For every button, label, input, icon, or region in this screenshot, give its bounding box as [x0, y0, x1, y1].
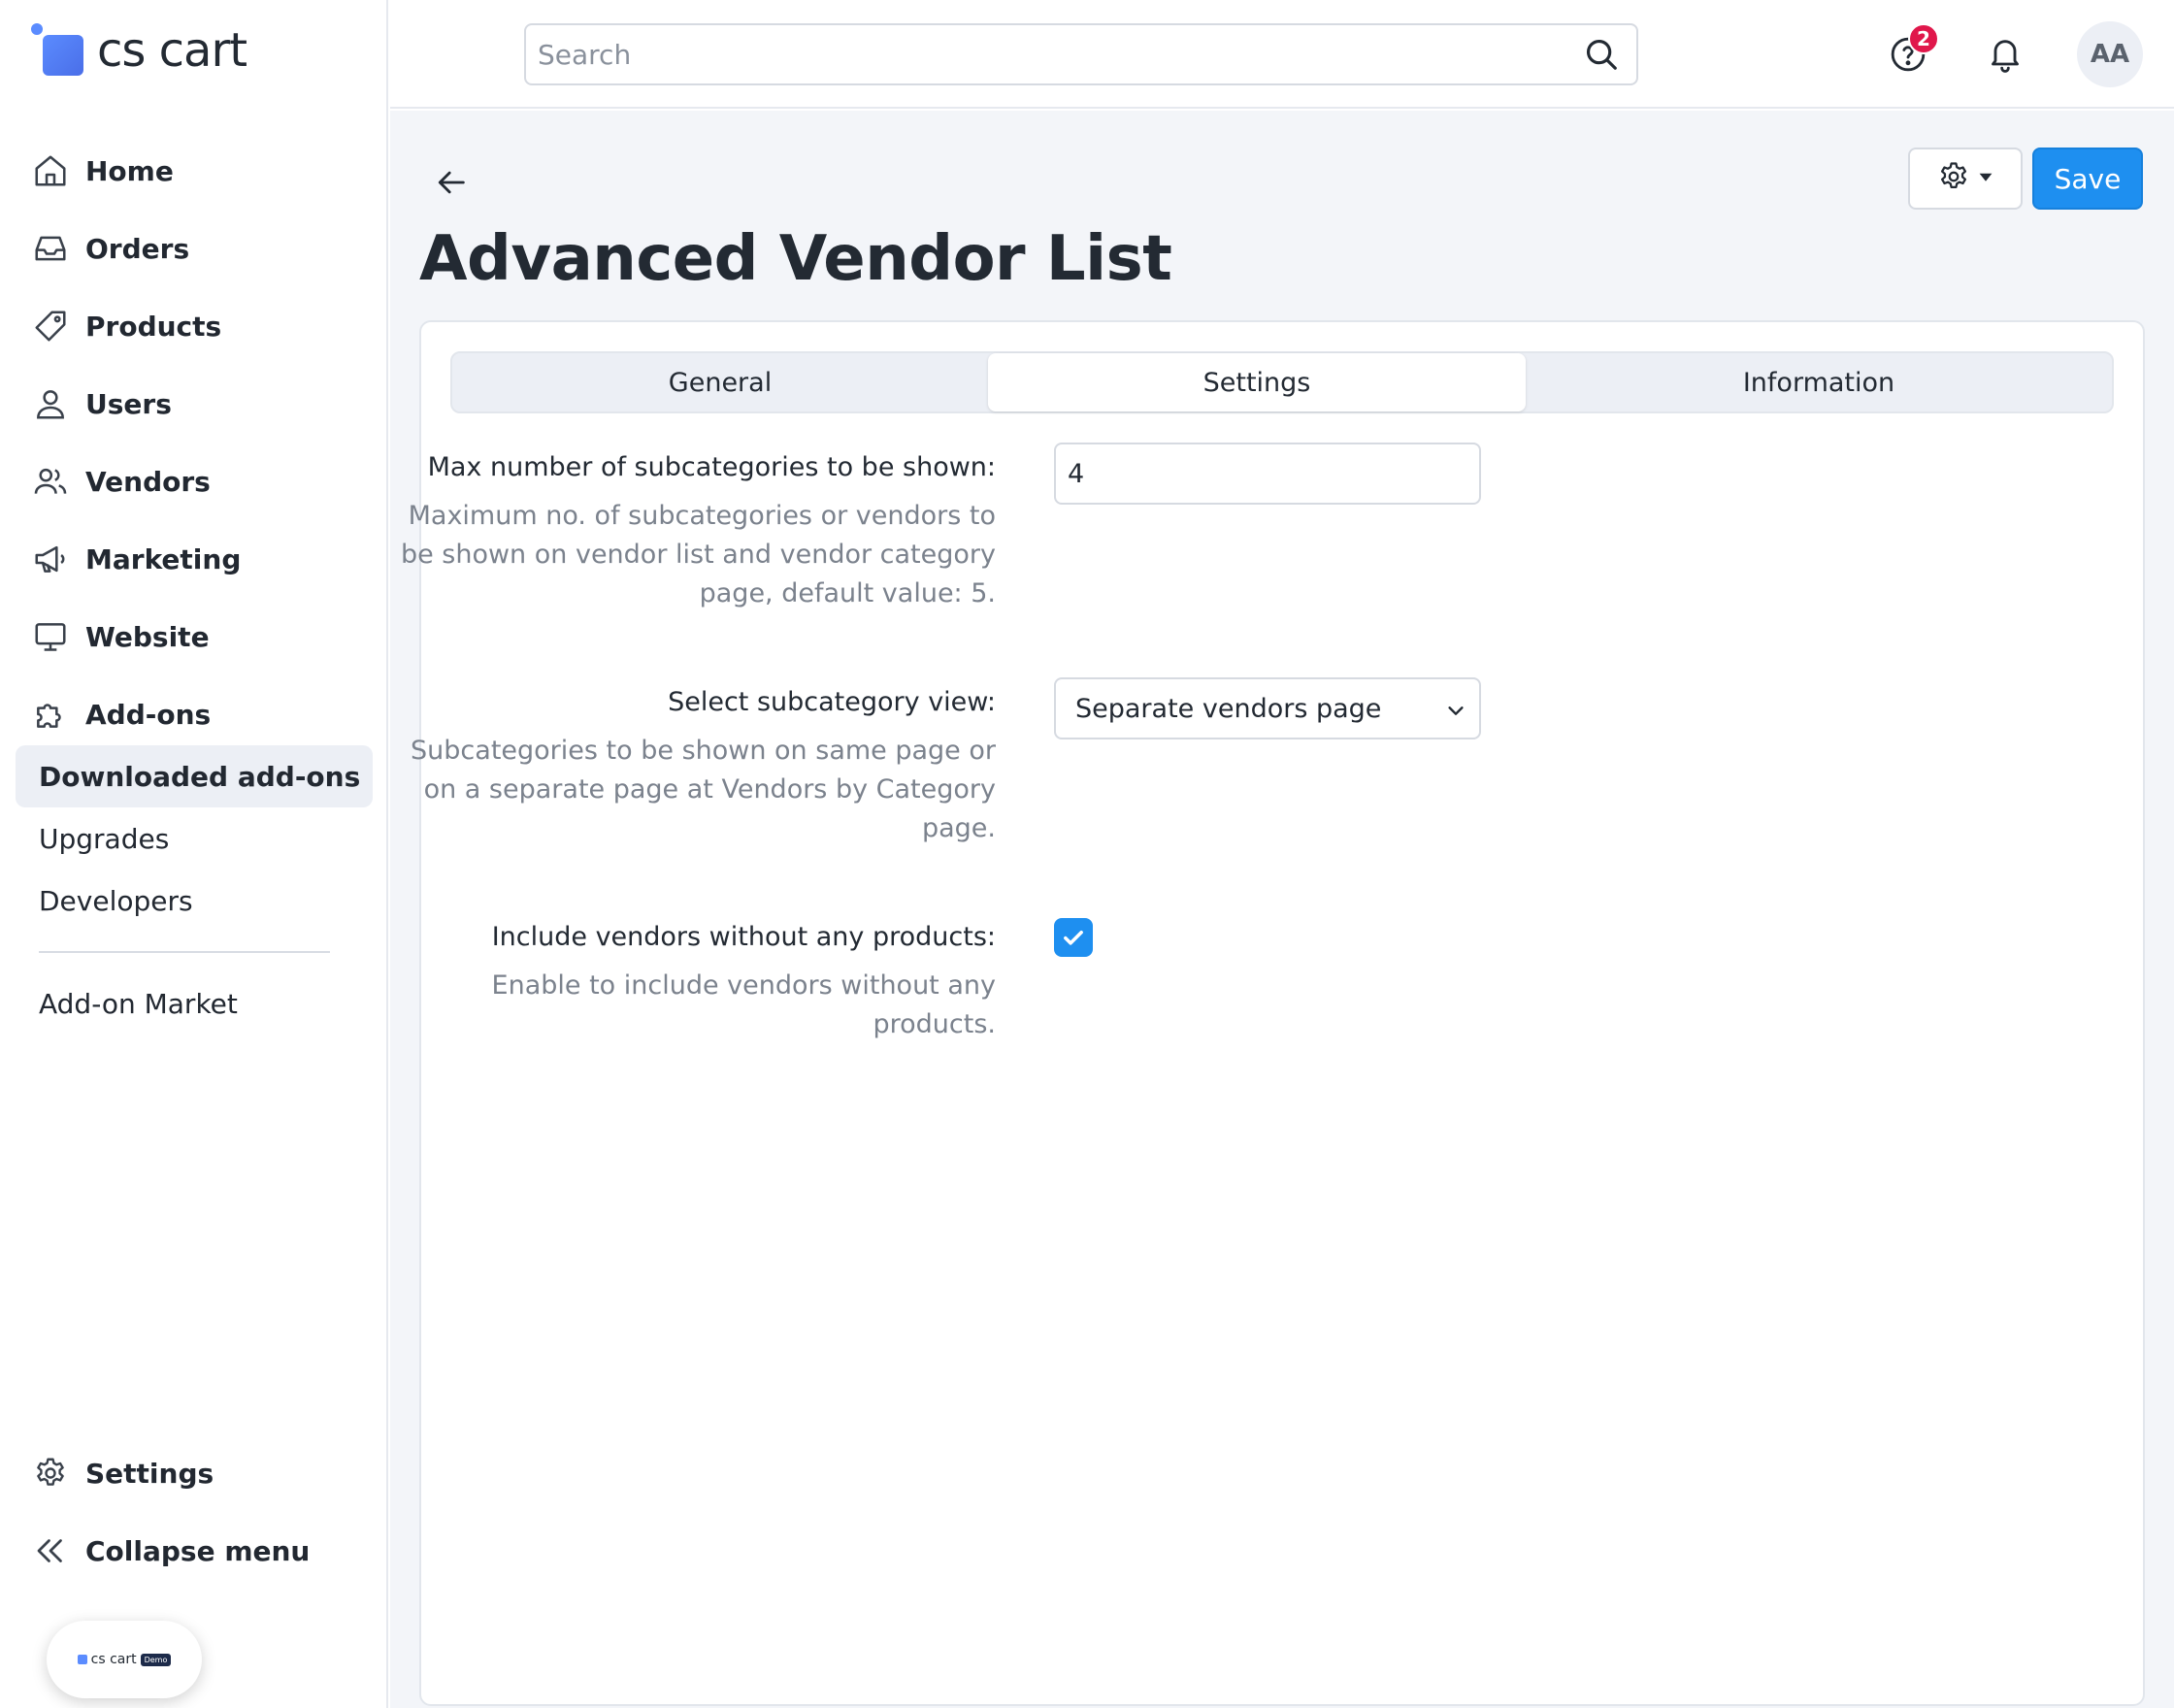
tab-bar: General Settings Information	[450, 351, 2114, 413]
field-help-text: Enable to include vendors without any pr…	[491, 970, 996, 1039]
chevrons-left-icon	[31, 1531, 70, 1570]
sidebar-item-label: Products	[85, 310, 222, 343]
tag-icon	[31, 307, 70, 345]
sidebar-item-settings[interactable]: Settings	[0, 1434, 388, 1512]
save-button[interactable]: Save	[2032, 148, 2143, 210]
sidebar-item-label: Add-ons	[85, 698, 212, 731]
sidebar-item-label: Marketing	[85, 542, 242, 575]
subcategory-view-select[interactable]: Separate vendors page	[1054, 677, 1481, 739]
logo-text: cs cart	[97, 23, 247, 78]
sidebar-item-home[interactable]: Home	[0, 132, 388, 210]
subnav-item-downloaded-add-ons[interactable]: Downloaded add-ons	[16, 745, 373, 807]
main-content: Save Advanced Vendor List General Settin…	[390, 111, 2174, 1708]
subnav-item-add-on-market[interactable]: Add-on Market	[16, 972, 373, 1035]
megaphone-icon	[31, 540, 70, 578]
field-label: Max number of subcategories to be shown:	[427, 452, 996, 482]
sidebar-item-label: Website	[85, 620, 210, 653]
back-arrow-icon[interactable]	[429, 159, 476, 206]
sidebar-item-label: Users	[85, 387, 172, 420]
sidebar-item-marketing[interactable]: Marketing	[0, 520, 388, 598]
logo[interactable]: cs cart	[31, 21, 247, 80]
gear-icon	[1937, 160, 1970, 197]
sidebar-item-label: Home	[85, 154, 174, 187]
sidebar-item-label: Orders	[85, 232, 190, 265]
monitor-icon	[31, 617, 70, 656]
demo-logo-icon	[77, 1655, 87, 1664]
sidebar-item-label: Settings	[85, 1457, 214, 1490]
sidebar-item-vendors[interactable]: Vendors	[0, 443, 388, 520]
tab-general[interactable]: General	[452, 353, 988, 411]
field-label: Select subcategory view:	[668, 687, 996, 717]
max-subcategories-input[interactable]	[1054, 443, 1481, 505]
inbox-icon	[31, 229, 70, 268]
sidebar-item-users[interactable]: Users	[0, 365, 388, 443]
demo-badge-tag: Demo	[140, 1653, 172, 1666]
sidebar-item-website[interactable]: Website	[0, 598, 388, 675]
logo-mark-icon	[31, 23, 85, 78]
demo-badge-text: cs cart	[90, 1652, 137, 1667]
field-control	[1054, 443, 1481, 505]
field-control	[1054, 918, 1093, 957]
sidebar-item-orders[interactable]: Orders	[0, 210, 388, 287]
field-label-group: Include vendors without any products: En…	[394, 918, 996, 1044]
search-bar	[524, 23, 1638, 85]
main-nav: Home Orders Products Users Vendors Marke…	[0, 132, 388, 753]
demo-badge[interactable]: cs cart Demo	[47, 1621, 202, 1698]
gear-icon	[31, 1454, 70, 1493]
field-control: Separate vendors page	[1054, 677, 1481, 739]
sidebar-item-label: Collapse menu	[85, 1534, 311, 1567]
addon-settings-card: General Settings Information Max number …	[401, 320, 2145, 1706]
sidebar-bottom: Settings Collapse menu	[0, 1434, 388, 1590]
chevron-down-icon	[1440, 695, 1471, 726]
field-label: Include vendors without any products:	[491, 922, 996, 952]
sidebar-item-products[interactable]: Products	[0, 287, 388, 365]
top-header: 2 AA	[390, 0, 2174, 109]
users-icon	[31, 462, 70, 501]
subnav-divider	[39, 951, 330, 953]
settings-dropdown-button[interactable]	[1908, 148, 2023, 210]
puzzle-icon	[31, 695, 70, 734]
sidebar-item-collapse-menu[interactable]: Collapse menu	[0, 1512, 388, 1590]
field-help-text: Maximum no. of subcategories or vendors …	[400, 501, 996, 608]
search-input[interactable]	[526, 25, 1566, 83]
sidebar: cs cart Home Orders Products Users Vendo…	[0, 0, 388, 1708]
tab-settings[interactable]: Settings	[988, 353, 1526, 411]
tab-information[interactable]: Information	[1526, 353, 2112, 411]
user-icon	[31, 384, 70, 423]
select-value: Separate vendors page	[1075, 693, 1382, 724]
checkmark-icon	[1064, 931, 1083, 945]
subnav-item-upgrades[interactable]: Upgrades	[16, 807, 373, 870]
sidebar-item-add-ons[interactable]: Add-ons	[0, 675, 388, 753]
field-label-group: Max number of subcategories to be shown:…	[394, 448, 996, 613]
page-title: Advanced Vendor List	[419, 223, 1172, 295]
sidebar-item-label: Vendors	[85, 465, 211, 498]
include-vendors-checkbox[interactable]	[1054, 918, 1093, 957]
subnav-item-developers[interactable]: Developers	[16, 870, 373, 932]
notification-count-badge: 2	[1908, 23, 1939, 54]
search-icon[interactable]	[1566, 25, 1636, 83]
avatar[interactable]: AA	[2077, 21, 2143, 87]
field-help-text: Subcategories to be shown on same page o…	[411, 736, 996, 843]
add-ons-subnav: Downloaded add-ons Upgrades Developers A…	[16, 745, 373, 1035]
home-icon	[31, 151, 70, 190]
bell-icon[interactable]	[1982, 31, 2028, 78]
caret-down-icon	[1978, 169, 1993, 188]
field-label-group: Select subcategory view: Subcategories t…	[394, 683, 996, 848]
